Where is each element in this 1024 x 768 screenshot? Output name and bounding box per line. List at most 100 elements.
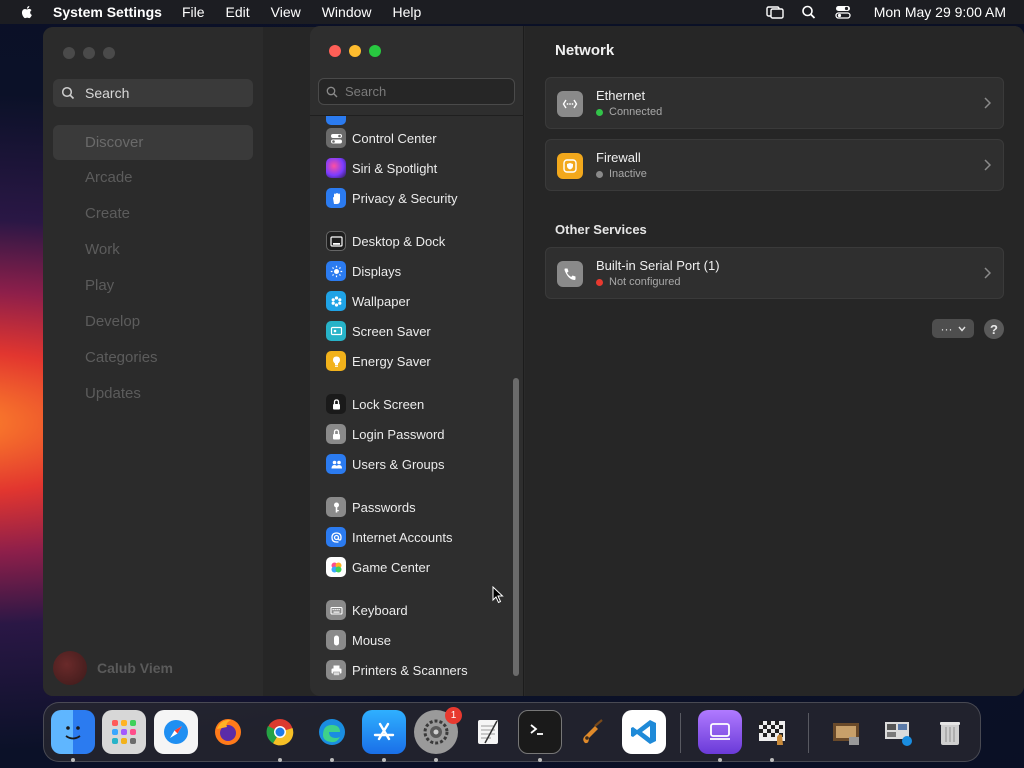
textedit-icon[interactable] — [466, 710, 510, 754]
minimize-button[interactable] — [349, 45, 361, 57]
sidebar-label: Displays — [352, 263, 402, 279]
menu-file[interactable]: File — [182, 4, 205, 20]
nav-create[interactable]: Create — [53, 196, 253, 232]
nav-arcade[interactable]: Arcade — [53, 160, 253, 196]
status-dot-red — [596, 278, 603, 286]
sidebar-item-wallpaper[interactable]: Wallpaper — [326, 290, 410, 312]
hand-icon — [326, 188, 346, 208]
menu-help[interactable]: Help — [393, 4, 422, 20]
settings-search-input[interactable]: Search — [318, 78, 515, 105]
safari-icon[interactable] — [154, 710, 198, 754]
running-indicator — [71, 758, 75, 762]
sidebar-item-users-groups[interactable]: Users & Groups — [326, 453, 444, 475]
wallpaper-icon — [326, 291, 346, 311]
screenshots-folder-icon[interactable] — [876, 710, 920, 754]
sidebar-item-siri-spotlight[interactable]: Siri & Spotlight — [326, 157, 437, 179]
launchpad-icon[interactable] — [102, 710, 146, 754]
sidebar-item-energy-saver[interactable]: Energy Saver — [326, 350, 431, 372]
nav-develop[interactable]: Develop — [53, 304, 253, 340]
menubar-clock[interactable]: Mon May 29 9:00 AM — [874, 4, 1006, 20]
dock-separator — [680, 713, 681, 753]
notification-badge: 1 — [445, 707, 462, 724]
sidebar-label: Passwords — [352, 499, 416, 515]
running-indicator — [434, 758, 438, 762]
app-store-search-field[interactable]: Search — [53, 79, 253, 107]
minimize-button-inactive[interactable] — [83, 47, 95, 59]
terminal-icon[interactable] — [518, 710, 562, 754]
service-row-serial-port[interactable]: Built-in Serial Port (1) Not configured — [545, 247, 1004, 299]
sidebar-label: Control Center — [352, 130, 437, 146]
sidebar-label: Game Center — [352, 559, 431, 575]
finder-icon[interactable] — [51, 710, 95, 754]
nav-categories[interactable]: Categories — [53, 340, 253, 376]
sidebar-item-keyboard[interactable]: Keyboard — [326, 599, 408, 621]
dock-separator — [808, 713, 809, 753]
chevron-right-icon — [984, 97, 991, 109]
garageband-icon[interactable] — [570, 710, 614, 754]
sidebar-item-game-center[interactable]: Game Center — [326, 556, 430, 578]
running-indicator — [770, 758, 774, 762]
sidebar-item-login-password[interactable]: Login Password — [326, 423, 445, 445]
apple-icon[interactable] — [19, 4, 35, 20]
vscode-icon[interactable] — [622, 710, 666, 754]
settings-search-placeholder: Search — [345, 84, 387, 99]
nav-work[interactable]: Work — [53, 232, 253, 268]
lock-icon — [326, 394, 346, 414]
app-store-account[interactable]: Calub Viem — [53, 651, 173, 685]
close-button-inactive[interactable] — [63, 47, 75, 59]
battery-icon — [326, 351, 346, 371]
sidebar-label: Login Password — [352, 426, 445, 442]
control-center-menubar-icon[interactable] — [834, 4, 852, 20]
menu-window[interactable]: Window — [322, 4, 372, 20]
service-row-ethernet[interactable]: Ethernet Connected — [545, 77, 1004, 129]
zoom-button[interactable] — [369, 45, 381, 57]
screen-mirroring-icon[interactable] — [766, 4, 784, 20]
sidebar-label: Desktop & Dock — [352, 233, 446, 249]
service-row-firewall[interactable]: Firewall Inactive — [545, 139, 1004, 191]
sidebar-item-control-center[interactable]: Control Center — [326, 127, 437, 149]
dock-icon — [326, 231, 346, 251]
sidebar-item-privacy-security[interactable]: Privacy & Security — [326, 187, 457, 209]
sidebar-item-mouse[interactable]: Mouse — [326, 629, 391, 651]
sidebar-item-partial[interactable] — [326, 116, 352, 126]
firefox-icon[interactable] — [206, 710, 250, 754]
help-button[interactable]: ? — [984, 319, 1004, 339]
spotlight-search-icon[interactable] — [800, 4, 818, 20]
key-icon — [326, 497, 346, 517]
sidebar-item-passwords[interactable]: Passwords — [326, 496, 416, 518]
chess-screenshot-thumbnail-icon[interactable] — [824, 710, 868, 754]
close-button[interactable] — [329, 45, 341, 57]
sidebar-item-internet-accounts[interactable]: Internet Accounts — [326, 526, 452, 548]
sidebar-label: Screen Saver — [352, 323, 431, 339]
search-icon — [326, 86, 338, 97]
nav-play[interactable]: Play — [53, 268, 253, 304]
zoom-button-inactive[interactable] — [103, 47, 115, 59]
system-settings-icon[interactable]: 1 — [414, 707, 462, 754]
running-indicator — [330, 758, 334, 762]
sidebar-scrollbar[interactable] — [513, 378, 519, 676]
sidebar-item-lock-screen[interactable]: Lock Screen — [326, 393, 424, 415]
sidebar-item-screen-saver[interactable]: Screen Saver — [326, 320, 431, 342]
sidebar-item-displays[interactable]: Displays — [326, 260, 401, 282]
app-store-nav: Discover Arcade Create Work Play Develop… — [53, 125, 253, 412]
app-store-icon[interactable] — [362, 710, 406, 754]
edge-icon[interactable] — [310, 710, 354, 754]
action-menu-button[interactable]: ··· — [932, 319, 974, 338]
users-icon — [326, 454, 346, 474]
system-settings-window: Search Control Center Siri & Spotlight P… — [310, 26, 1024, 696]
status-dot-gray — [596, 170, 603, 178]
menu-view[interactable]: View — [271, 4, 301, 20]
nav-discover[interactable]: Discover — [53, 125, 253, 160]
appearance-icon — [326, 116, 346, 125]
chrome-icon[interactable] — [258, 710, 302, 754]
sidebar-item-printers-scanners[interactable]: Printers & Scanners — [326, 659, 468, 681]
trash-icon[interactable] — [928, 710, 972, 754]
sidebar-item-desktop-dock[interactable]: Desktop & Dock — [326, 230, 445, 252]
chess-icon[interactable] — [750, 710, 794, 754]
nav-updates[interactable]: Updates — [53, 376, 253, 412]
menu-edit[interactable]: Edit — [226, 4, 250, 20]
drive-icon[interactable] — [698, 710, 742, 754]
game-center-icon — [326, 557, 346, 577]
app-name-menu[interactable]: System Settings — [53, 4, 162, 20]
dock: 1 — [43, 702, 981, 762]
